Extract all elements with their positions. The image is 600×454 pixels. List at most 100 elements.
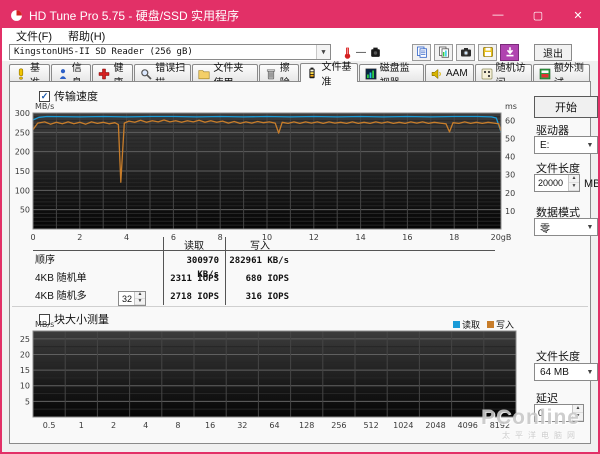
save-button[interactable] xyxy=(478,43,497,61)
transfer-speed-chart: 501001502002503000 2 4 6 8 10 12 14 16 18 20gBMB/s… xyxy=(15,102,517,242)
stepper-up-icon[interactable]: ▲ xyxy=(573,405,583,413)
write-column-header: 写入 xyxy=(250,241,270,252)
chevron-down-icon: ▼ xyxy=(316,45,330,59)
temperature-value: — xyxy=(356,46,366,58)
minimize-button[interactable]: — xyxy=(478,2,518,28)
chevron-down-icon: ▼ xyxy=(586,223,594,231)
tab-scan[interactable]: 错误扫描 xyxy=(134,63,192,89)
queue-depth-stepper[interactable]: 32 ▲ ▼ xyxy=(118,291,146,306)
svg-text:50: 50 xyxy=(20,206,30,215)
stepper-down-icon[interactable]: ▼ xyxy=(135,298,145,305)
write-value: 282961 KB/s xyxy=(229,256,289,266)
svg-text:100: 100 xyxy=(15,186,30,195)
tab-monitor[interactable]: 磁盘监视器 xyxy=(358,63,424,89)
stepper-down-icon[interactable]: ▼ xyxy=(569,183,579,191)
camera-icon xyxy=(460,48,471,57)
svg-text:1024: 1024 xyxy=(393,421,413,430)
svg-text:8192: 8192 xyxy=(490,421,510,430)
file-length2-value: 64 MB xyxy=(540,366,569,378)
table-row: 顺序 300970 KB/s 282961 KB/s xyxy=(33,254,495,280)
tab-extra[interactable]: 额外测试 xyxy=(532,63,590,89)
table-row: 4KB 随机多 2718 IOPS 316 IOPS xyxy=(33,290,495,304)
tab-erase[interactable]: 擦除 xyxy=(258,63,300,89)
maximize-button[interactable]: ▢ xyxy=(518,2,558,28)
thermometer-icon xyxy=(340,45,354,59)
file-length2-select[interactable]: 64 MB ▼ xyxy=(534,363,598,381)
copy-image-button[interactable] xyxy=(434,43,453,61)
svg-text:15: 15 xyxy=(20,366,30,375)
svg-text:2: 2 xyxy=(111,421,116,430)
chevron-down-icon: ▼ xyxy=(586,368,594,376)
svg-text:512: 512 xyxy=(363,421,378,430)
svg-text:16: 16 xyxy=(205,421,215,430)
svg-text:32: 32 xyxy=(237,421,247,430)
svg-text:200: 200 xyxy=(15,148,30,157)
table-row: 4KB 随机单 2311 IOPS 680 IOPS xyxy=(33,272,495,286)
tab-label: AAM xyxy=(446,68,468,79)
read-column-header: 读取 xyxy=(184,241,204,252)
chevron-down-icon: ▼ xyxy=(586,141,594,149)
queue-depth-value: 32 xyxy=(122,293,133,304)
drive-select-value: E: xyxy=(540,139,550,151)
menu-item-0[interactable]: 文件(F) xyxy=(8,28,60,44)
svg-text:128: 128 xyxy=(299,421,314,430)
tab-info[interactable]: 信息 xyxy=(50,63,92,89)
tab-health[interactable]: 健康 xyxy=(92,63,134,89)
tab-random[interactable]: 随机访问 xyxy=(474,63,532,89)
row-label: 4KB 随机多 xyxy=(35,291,87,302)
svg-text:20: 20 xyxy=(20,350,30,359)
tab-filebench[interactable]: 文件基准 xyxy=(300,62,358,88)
app-icon xyxy=(9,8,23,22)
svg-text:64: 64 xyxy=(269,421,279,430)
extra-icon xyxy=(539,68,551,80)
download-icon xyxy=(506,47,513,57)
tab-speaker[interactable]: AAM xyxy=(425,64,474,82)
camera-button[interactable] xyxy=(456,43,475,61)
svg-text:40: 40 xyxy=(505,153,515,162)
read-value: 2718 IOPS xyxy=(170,292,219,302)
svg-text:10: 10 xyxy=(505,207,515,216)
scan-icon xyxy=(140,68,152,80)
tab-label: 文件基准 xyxy=(321,62,352,88)
file-length-value: 20000 xyxy=(538,178,564,188)
menu-bar: 文件(F) 帮助(H) xyxy=(2,28,598,43)
start-button[interactable]: 开始 xyxy=(534,96,598,118)
disk-chip-icon xyxy=(368,45,382,59)
block-size-chart: 5 10 15 20 25 0.5 1 2 4 8 16 32 64 128 256 512 1024 2048 4… xyxy=(20,321,517,430)
copy-text-icon xyxy=(416,46,427,58)
data-mode-select[interactable]: 零 ▼ xyxy=(534,218,598,236)
tab-folder[interactable]: 文件夹使用 xyxy=(192,63,258,89)
title-bar: HD Tune Pro 5.75 - 硬盘/SSD 实用程序 — ▢ ✕ xyxy=(2,2,598,28)
svg-text:25: 25 xyxy=(20,335,30,344)
menu-item-1[interactable]: 帮助(H) xyxy=(60,28,113,44)
svg-text:MB/s: MB/s xyxy=(35,321,54,329)
row-label: 4KB 随机单 xyxy=(35,273,87,284)
filebench-icon xyxy=(306,67,318,79)
svg-text:30: 30 xyxy=(505,171,515,180)
copy-image-icon xyxy=(438,46,449,58)
health-icon xyxy=(98,68,110,80)
file-benchmark-panel: ✓ 传输速度 50 100 150 200 250 300 0 2 4 6 8 10 12 14 16 18 2… xyxy=(9,81,598,444)
save-icon xyxy=(482,47,493,57)
hd-tune-window: HD Tune Pro 5.75 - 硬盘/SSD 实用程序 — ▢ ✕ 文件(… xyxy=(0,0,600,454)
device-select-value: KingstonUHS-II SD Reader (256 gB) xyxy=(14,47,193,57)
file-length-unit: MB xyxy=(584,178,600,190)
svg-text:2048: 2048 xyxy=(425,421,445,430)
file-length-stepper[interactable]: 20000 ▲ ▼ xyxy=(534,174,580,192)
info-icon xyxy=(57,68,69,80)
close-button[interactable]: ✕ xyxy=(558,2,598,28)
folder-icon xyxy=(198,68,210,80)
tab-benchmark[interactable]: 基准 xyxy=(9,63,50,89)
speaker-icon xyxy=(431,68,443,80)
stepper-down-icon[interactable]: ▼ xyxy=(573,413,583,421)
read-value: 2311 IOPS xyxy=(170,274,219,284)
svg-text:20: 20 xyxy=(505,189,515,198)
random-icon xyxy=(481,68,493,80)
erase-icon xyxy=(265,68,277,80)
row-label: 顺序 xyxy=(35,255,55,266)
svg-text:150: 150 xyxy=(15,167,30,176)
svg-text:MB/s: MB/s xyxy=(35,102,54,111)
stepper-up-icon[interactable]: ▲ xyxy=(569,175,579,183)
delay-stepper[interactable]: 0 ▲ ▼ xyxy=(534,404,584,422)
drive-select[interactable]: E: ▼ xyxy=(534,136,598,154)
